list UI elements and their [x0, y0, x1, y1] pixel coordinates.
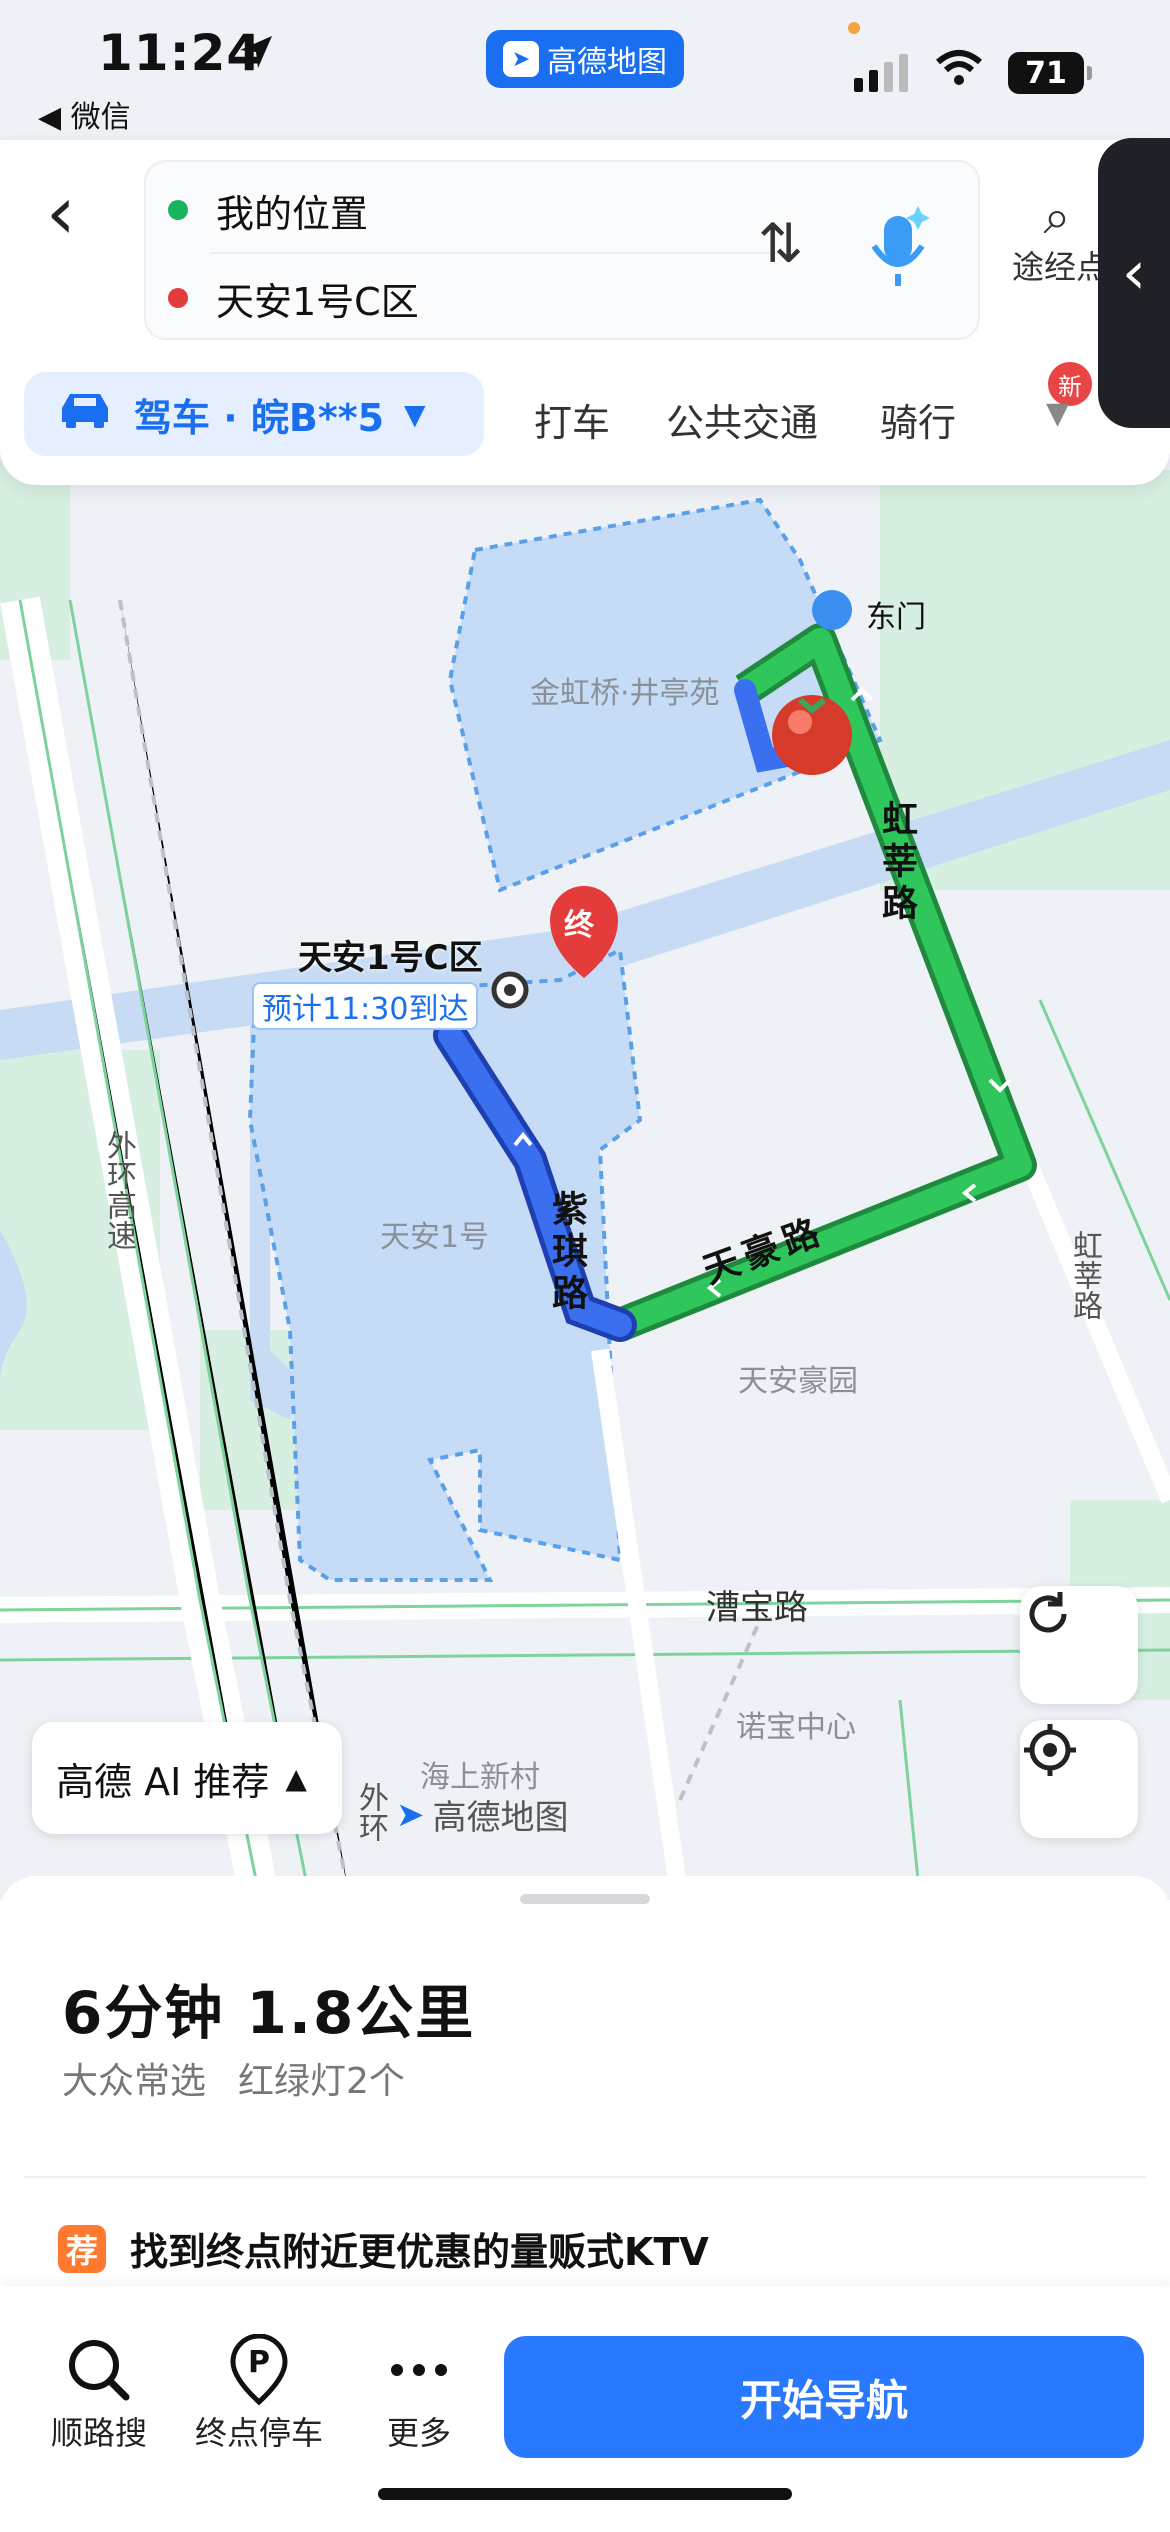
traffic-lights-count: 红绿灯2个	[238, 2061, 405, 2102]
status-bar: 11:24 ◀ 微信 ➤ 高德地图 71	[0, 0, 1170, 140]
side-panel-handle[interactable]: ‹	[1098, 138, 1170, 428]
search-along-button[interactable]: 顺路搜	[24, 2332, 174, 2454]
battery-icon: 71	[1008, 52, 1092, 94]
route-inputs: 我的位置 天安1号C区 ⇅	[144, 160, 980, 340]
map-label-tianan1: 天安1号	[380, 1220, 490, 1255]
origin-text: 我的位置	[216, 191, 369, 236]
amap-logo-icon: ➤	[503, 41, 539, 77]
ai-recommend-label: 高德 AI 推荐	[56, 1759, 270, 1804]
mode-drive[interactable]: 驾车 · 皖B**5 ▼	[24, 372, 484, 456]
recommend-text: 找到终点附近更优惠的量贩式KTV	[130, 2230, 709, 2274]
map-label-hongxin-road-2: 虹莘路	[1067, 1230, 1102, 1320]
sheet-divider	[24, 2176, 1146, 2178]
map-label-waihuan: 外环高速	[101, 1130, 136, 1250]
parking-label: 终点停车	[194, 2414, 323, 2452]
more-button[interactable]: 更多	[344, 2332, 494, 2454]
dropdown-caret-icon: ▼	[404, 397, 426, 431]
more-dots-icon	[344, 2332, 494, 2408]
amap-logo-icon: ➤	[396, 1794, 425, 1835]
arrival-time-label: 预计11:30到达	[252, 982, 479, 1030]
route-divider	[210, 252, 778, 254]
parking-icon: P	[184, 2332, 334, 2408]
back-button[interactable]: ‹	[46, 176, 96, 258]
origin-dot	[168, 200, 188, 220]
amap-watermark: ➤ 高德地图	[396, 1790, 569, 1839]
chevron-left-icon: ‹	[1122, 238, 1146, 308]
car-icon	[56, 390, 114, 439]
app-pill[interactable]: ➤ 高德地图	[486, 30, 684, 88]
search-icon	[24, 2332, 174, 2408]
more-label: 更多	[386, 2414, 451, 2452]
search-along-label: 顺路搜	[50, 2414, 147, 2452]
caret-up-icon: ▲	[285, 1761, 307, 1795]
home-indicator[interactable]	[378, 2488, 792, 2500]
svg-text:P: P	[248, 2345, 270, 2380]
mode-transit[interactable]: 公共交通	[666, 392, 818, 447]
cellular-signal-icon	[854, 54, 908, 92]
app-pill-label: 高德地图	[547, 45, 667, 80]
refresh-button[interactable]	[1020, 1586, 1138, 1704]
start-navigation-button[interactable]: 开始导航	[504, 2336, 1144, 2458]
destination-dot	[168, 288, 188, 308]
map-label-caobao-road: 漕宝路	[706, 1588, 808, 1628]
swap-icon[interactable]: ⇅	[758, 212, 803, 275]
mode-bike[interactable]: 骑行	[880, 392, 956, 447]
add-waypoint-button[interactable]: ⌕ 途经点	[1012, 192, 1102, 288]
watermark-text: 高德地图	[432, 1798, 569, 1838]
map-label-nuobao: 诺宝中心	[736, 1710, 856, 1745]
map-label-east-gate[interactable]: 东门	[866, 592, 926, 636]
recommendation-banner[interactable]: 荐 找到终点附近更优惠的量贩式KTV	[58, 2221, 709, 2276]
ai-recommend-button[interactable]: 高德 AI 推荐 ▲	[32, 1722, 342, 1834]
mode-taxi[interactable]: 打车	[534, 392, 610, 447]
locate-button[interactable]	[1020, 1720, 1138, 1838]
more-modes-caret-icon[interactable]: ▼	[1046, 396, 1069, 431]
destination-parking-button[interactable]: P 终点停车	[184, 2332, 334, 2454]
destination-field[interactable]: 天安1号C区	[168, 258, 419, 338]
voice-mic-icon[interactable]	[866, 202, 930, 292]
destination-text: 天安1号C区	[216, 279, 419, 324]
destination-label[interactable]: 天安1号C区	[298, 930, 483, 979]
route-summary-sheet: 6分钟 1.8公里 大众常选 红绿灯2个 荐 找到终点附近更优惠的量贩式KTV …	[0, 1876, 1170, 2532]
end-marker[interactable]: 终	[564, 900, 594, 944]
map-label-waihuan-2: 外环	[353, 1782, 388, 1842]
origin-field[interactable]: 我的位置	[168, 170, 368, 250]
transport-modes: 驾车 · 皖B**5 ▼ 打车 公共交通 骑行	[24, 372, 1124, 456]
route-tag: 大众常选	[62, 2061, 207, 2102]
privacy-indicator	[848, 22, 860, 34]
waypoint-label: 途经点	[1012, 248, 1102, 286]
map-label-hongxin-road: 虹莘路	[876, 800, 917, 926]
recommend-tag: 荐	[58, 2224, 106, 2273]
route-planner-card: ‹ 我的位置 天安1号C区 ⇅ ⌕ 途经点 ‹ 驾车 · 皖B**5 ▼ 打车 …	[0, 138, 1170, 485]
map-label-tianhaoyuan: 天安豪园	[738, 1364, 858, 1399]
search-icon: ⌕	[1043, 192, 1071, 245]
eta-distance: 6分钟 1.8公里	[62, 1979, 476, 2047]
back-to-wechat[interactable]: ◀ 微信	[38, 92, 131, 136]
location-arrow-icon	[236, 32, 276, 76]
mode-drive-label: 驾车 · 皖B**5	[134, 395, 385, 440]
map-label-jinhongqiao: 金虹桥·井亭苑	[530, 676, 720, 711]
route-subinfo: 大众常选 红绿灯2个	[62, 2052, 405, 2104]
sheet-grabber[interactable]	[520, 1894, 650, 1904]
map-label-ziqi-road: 紫琪路	[546, 1190, 587, 1316]
wifi-icon	[934, 48, 984, 92]
